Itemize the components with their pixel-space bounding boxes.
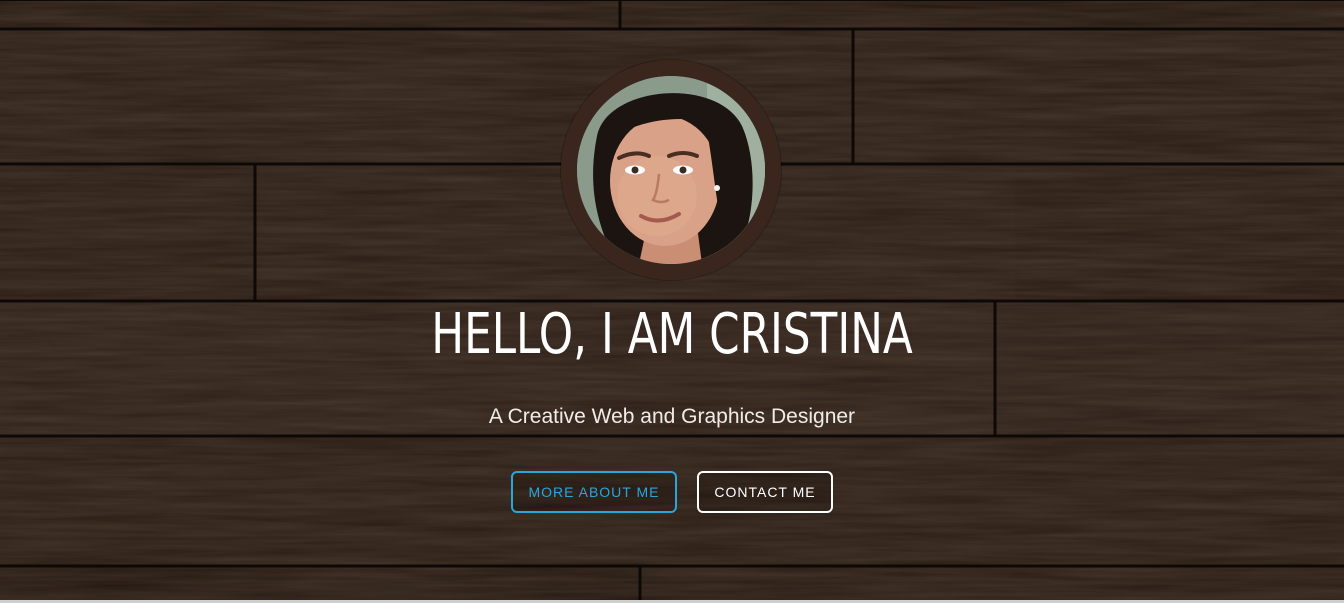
contact-me-button[interactable]: CONTACT ME: [697, 471, 833, 513]
more-about-me-button[interactable]: MORE ABOUT ME: [511, 471, 677, 513]
hero-section: HELLO, I AM CRISTINA A Creative Web and …: [0, 0, 1344, 603]
hero-subtitle: A Creative Web and Graphics Designer: [488, 405, 856, 428]
profile-portrait-image: [577, 76, 765, 264]
profile-ring: [561, 60, 781, 280]
profile-photo: [577, 76, 765, 264]
cta-button-group: MORE ABOUT ME CONTACT ME: [0, 471, 1344, 513]
hero-title: HELLO, I AM CRISTINA: [431, 302, 913, 367]
